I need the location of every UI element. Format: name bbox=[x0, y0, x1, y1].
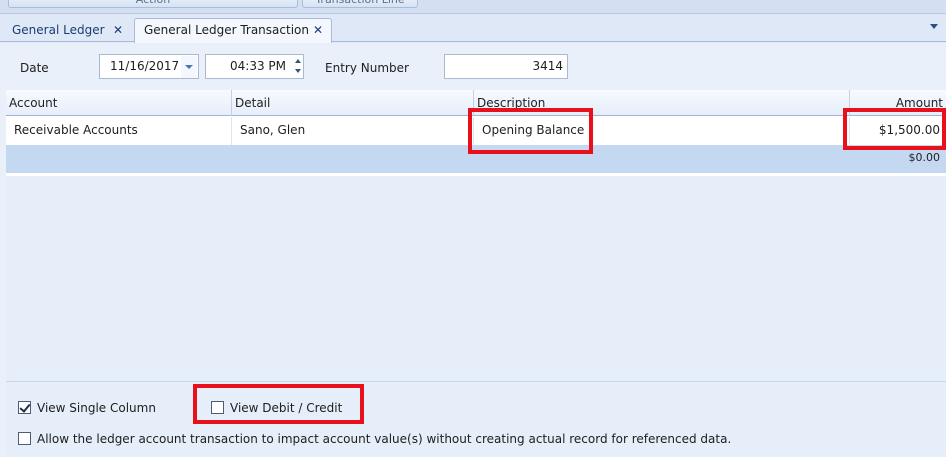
footer-total: $0.00 bbox=[908, 151, 941, 164]
tab-general-ledger[interactable]: General Ledger ✕ bbox=[2, 18, 134, 42]
transaction-grid: Account Detail Description Amount Receiv… bbox=[6, 90, 946, 178]
entry-number-value: 3414 bbox=[532, 59, 563, 73]
options-panel: View Single Column View Debit / Credit A… bbox=[6, 381, 946, 457]
table-row[interactable]: Receivable Accounts Sano, Glen Opening B… bbox=[6, 117, 946, 145]
transaction-panel: Date 11/16/2017 04:33 PM Entry Number 34… bbox=[0, 43, 946, 457]
tab-label: General Ledger bbox=[12, 23, 105, 37]
view-debit-credit-checkbox[interactable] bbox=[211, 401, 224, 414]
spin-down-icon[interactable] bbox=[295, 69, 301, 73]
cell-description[interactable]: Opening Balance bbox=[474, 117, 850, 145]
tab-label: General Ledger Transaction bbox=[144, 23, 309, 37]
chevron-down-icon[interactable] bbox=[930, 24, 938, 29]
time-value: 04:33 PM bbox=[230, 59, 286, 73]
allow-ledger-label[interactable]: Allow the ledger account transaction to … bbox=[37, 432, 731, 446]
time-field[interactable]: 04:33 PM bbox=[205, 54, 304, 79]
column-header-account[interactable]: Account bbox=[6, 90, 232, 116]
spin-up-icon[interactable] bbox=[295, 59, 301, 63]
cell-detail[interactable]: Sano, Glen bbox=[232, 117, 474, 145]
chevron-down-icon[interactable] bbox=[181, 56, 197, 78]
grid-footer: $0.00 bbox=[6, 145, 946, 173]
date-field[interactable]: 11/16/2017 bbox=[99, 54, 199, 79]
cell-account[interactable]: Receivable Accounts bbox=[6, 117, 232, 145]
grid-empty-area bbox=[6, 176, 946, 381]
entry-number-label: Entry Number bbox=[325, 61, 409, 75]
toolbar-strip: Action Transaction Line bbox=[0, 0, 946, 14]
view-debit-credit-label[interactable]: View Debit / Credit bbox=[230, 401, 342, 415]
transaction-line-button[interactable]: Transaction Line bbox=[302, 0, 418, 8]
grid-header: Account Detail Description Amount bbox=[6, 90, 946, 116]
column-header-description[interactable]: Description bbox=[474, 90, 850, 116]
allow-ledger-checkbox[interactable] bbox=[18, 432, 31, 445]
cell-amount[interactable]: $1,500.00 bbox=[850, 117, 946, 145]
tab-bar: General Ledger ✕ General Ledger Transact… bbox=[0, 14, 946, 43]
entry-number-field[interactable]: 3414 bbox=[444, 54, 568, 79]
date-label: Date bbox=[20, 61, 49, 75]
close-icon[interactable]: ✕ bbox=[113, 19, 123, 41]
view-single-column-checkbox[interactable] bbox=[18, 401, 31, 414]
view-single-column-label[interactable]: View Single Column bbox=[37, 401, 156, 415]
column-header-amount[interactable]: Amount bbox=[850, 90, 946, 116]
column-header-detail[interactable]: Detail bbox=[232, 90, 474, 116]
action-button[interactable]: Action bbox=[8, 0, 298, 8]
date-value: 11/16/2017 bbox=[110, 59, 180, 73]
close-icon[interactable]: ✕ bbox=[313, 19, 323, 41]
tab-general-ledger-transaction[interactable]: General Ledger Transaction ✕ bbox=[134, 18, 332, 43]
